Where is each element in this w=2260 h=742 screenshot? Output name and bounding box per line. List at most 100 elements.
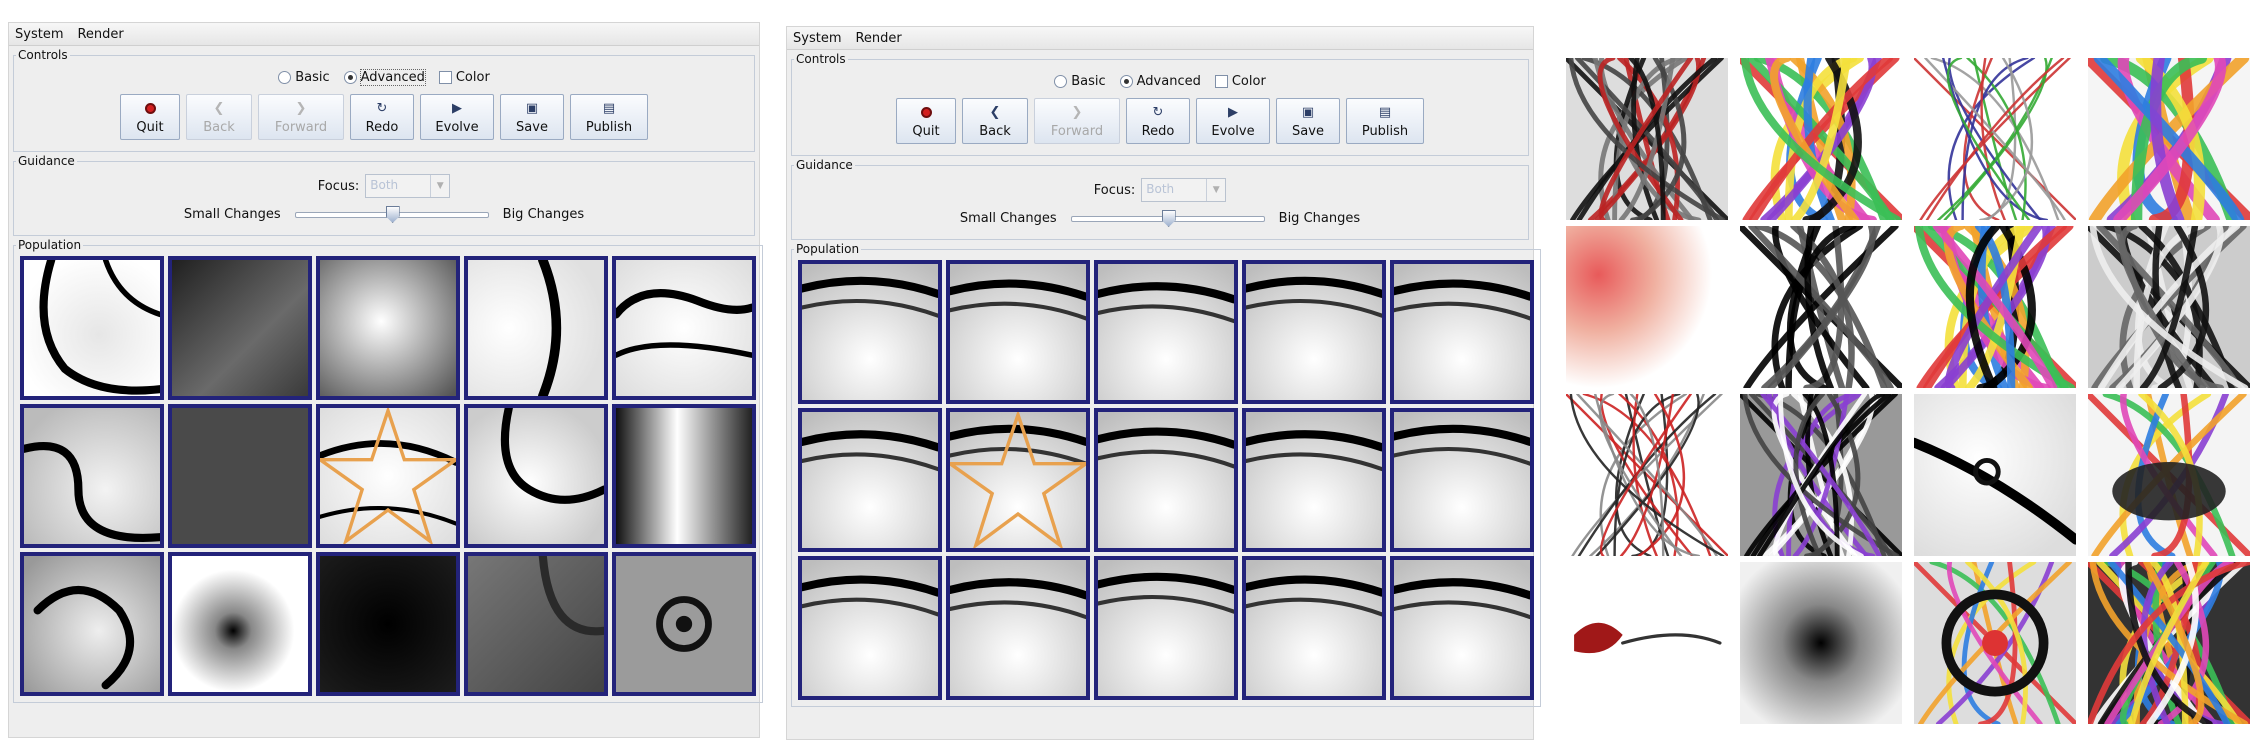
evolve-button[interactable]: ▶ Evolve (1196, 98, 1270, 144)
basic-radio[interactable]: Basic (1054, 74, 1106, 89)
save-button[interactable]: ▣ Save (1276, 98, 1340, 144)
population-cell[interactable] (316, 256, 460, 400)
slider-thumb[interactable] (1161, 210, 1176, 227)
quit-button[interactable]: Quit (120, 94, 180, 140)
advanced-label: Advanced (359, 68, 426, 86)
back-button[interactable]: ❮ Back (962, 98, 1028, 144)
color-checkbox[interactable]: Color (438, 69, 490, 85)
population-image (802, 412, 938, 548)
population-grid (798, 260, 1534, 700)
population-cell[interactable] (1242, 408, 1386, 552)
population-cell[interactable] (20, 404, 164, 548)
population-cell[interactable] (798, 260, 942, 404)
population-cell[interactable] (1094, 260, 1238, 404)
menu-system[interactable]: System (793, 31, 841, 46)
evolved-image-gallery (1566, 58, 2250, 724)
evolve-label: Evolve (1211, 123, 1255, 139)
evolved-image (2088, 58, 2250, 220)
forward-button[interactable]: ❯ Forward (258, 94, 344, 140)
color-label: Color (1231, 73, 1266, 89)
population-image (468, 556, 604, 692)
publish-button[interactable]: ▤ Publish (1346, 98, 1424, 144)
population-image (468, 408, 604, 544)
menu-render[interactable]: Render (855, 31, 901, 46)
redo-button[interactable]: ↻ Redo (1126, 98, 1190, 144)
population-cell[interactable] (464, 404, 608, 548)
population-image (1098, 560, 1234, 696)
population-cell[interactable] (316, 552, 460, 696)
population-cell[interactable] (168, 256, 312, 400)
save-label: Save (516, 119, 548, 135)
quit-button[interactable]: Quit (896, 98, 956, 144)
population-cell[interactable] (1390, 260, 1534, 404)
population-image (320, 260, 456, 396)
publish-button[interactable]: ▤ Publish (570, 94, 648, 140)
population-image (1098, 412, 1234, 548)
population-cell[interactable] (168, 552, 312, 696)
color-checkbox[interactable]: Color (1214, 73, 1266, 89)
focus-value: Both (370, 178, 399, 192)
population-image (468, 260, 604, 396)
population-cell[interactable] (1242, 556, 1386, 700)
controls-legend: Controls (796, 52, 846, 66)
evolve-button[interactable]: ▶ Evolve (420, 94, 494, 140)
basic-label: Basic (295, 69, 330, 85)
population-cell[interactable] (464, 256, 608, 400)
population-image (1246, 560, 1382, 696)
population-legend: Population (18, 238, 82, 252)
population-cell[interactable] (1390, 556, 1534, 700)
back-label: Back (979, 123, 1011, 139)
mutation-slider[interactable] (1070, 208, 1265, 228)
menu-render[interactable]: Render (77, 27, 123, 42)
focus-select[interactable]: Both ▼ (1141, 178, 1227, 202)
evolved-image (1914, 562, 2076, 724)
population-image (950, 412, 1086, 548)
color-label: Color (455, 69, 490, 85)
slider-thumb[interactable] (385, 206, 400, 223)
mutation-slider[interactable] (294, 204, 489, 224)
focus-select[interactable]: Both ▼ (365, 174, 451, 198)
population-cell[interactable] (612, 256, 756, 400)
population-cell[interactable] (1390, 408, 1534, 552)
population-image (172, 260, 308, 396)
save-button[interactable]: ▣ Save (500, 94, 564, 140)
population-cell[interactable] (1094, 408, 1238, 552)
population-cell[interactable] (464, 552, 608, 696)
forward-icon: ❯ (295, 101, 307, 116)
redo-label: Redo (1141, 123, 1175, 139)
forward-button[interactable]: ❯ Forward (1034, 98, 1120, 144)
advanced-radio[interactable]: Advanced (1119, 74, 1201, 89)
population-cell[interactable] (612, 552, 756, 696)
evolved-image (2088, 394, 2250, 556)
chevron-down-icon: ▼ (1206, 179, 1225, 201)
guidance-legend: Guidance (796, 158, 853, 172)
redo-icon: ↻ (376, 101, 388, 116)
basic-radio[interactable]: Basic (278, 69, 330, 85)
evolved-image (1914, 226, 2076, 388)
population-cell[interactable] (946, 260, 1090, 404)
population-image (1246, 412, 1382, 548)
population-image (616, 556, 752, 692)
population-cell[interactable] (612, 404, 756, 548)
back-button[interactable]: ❮ Back (186, 94, 252, 140)
checkbox-icon (1214, 74, 1228, 88)
advanced-radio[interactable]: Advanced (343, 68, 426, 86)
population-cell[interactable] (946, 556, 1090, 700)
menu-system[interactable]: System (15, 27, 63, 42)
controls-panel: Controls Basic Advanced Color Quit ❮ Back… (13, 48, 755, 152)
forward-label: Forward (1050, 123, 1104, 139)
population-image (24, 260, 160, 396)
population-image (802, 560, 938, 696)
population-cell[interactable] (316, 404, 460, 548)
population-cell[interactable] (1094, 556, 1238, 700)
population-cell[interactable] (20, 256, 164, 400)
population-cell[interactable] (798, 408, 942, 552)
population-cell[interactable] (798, 556, 942, 700)
population-cell[interactable] (168, 404, 312, 548)
population-cell[interactable] (1242, 260, 1386, 404)
quit-icon (144, 100, 156, 118)
redo-button[interactable]: ↻ Redo (350, 94, 414, 140)
evolve-label: Evolve (435, 119, 479, 135)
population-cell[interactable] (20, 552, 164, 696)
population-cell[interactable] (946, 408, 1090, 552)
